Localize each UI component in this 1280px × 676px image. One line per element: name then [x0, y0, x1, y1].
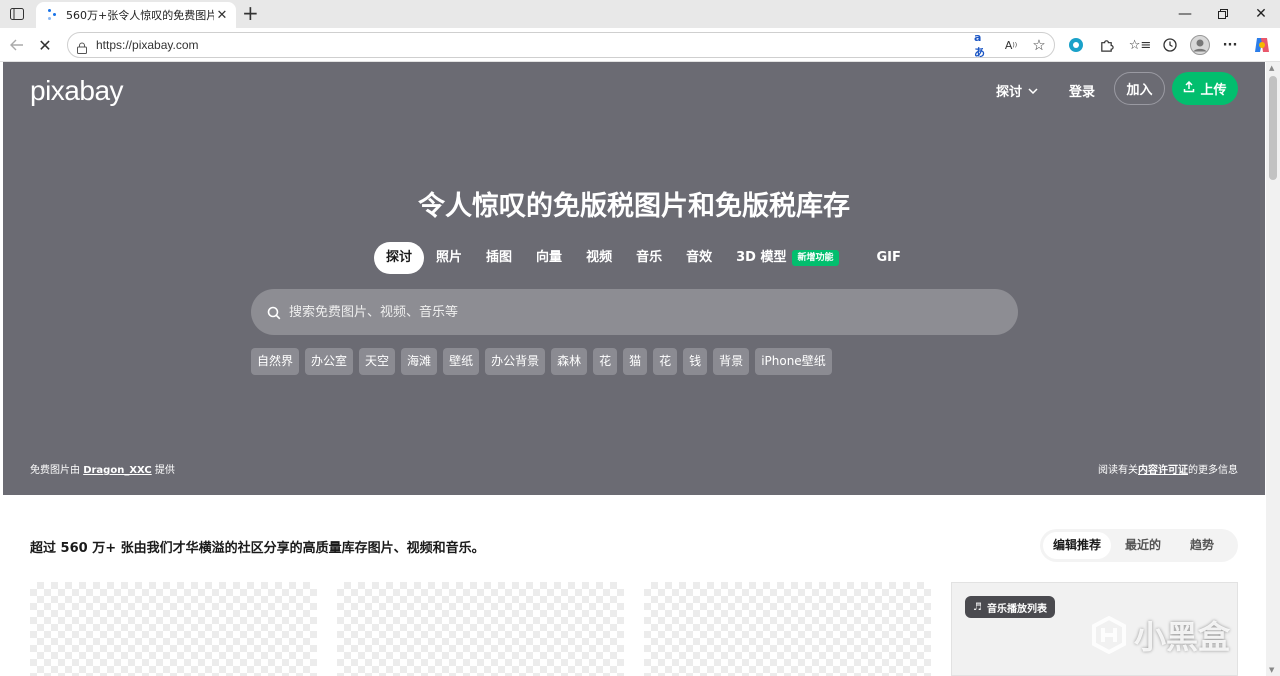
upload-icon	[1183, 80, 1195, 97]
pixabay-logo[interactable]: pixabay	[30, 75, 124, 107]
tag-chip[interactable]: 钱	[683, 348, 708, 375]
hero-title: 令人惊叹的免版税图片和免版税库存	[418, 191, 850, 222]
tab-latest[interactable]: 最近的	[1115, 532, 1171, 559]
minimize-icon[interactable]: —	[1168, 4, 1202, 24]
tag-chip[interactable]: 花	[593, 348, 618, 375]
profile-avatar-icon[interactable]	[1190, 35, 1210, 55]
more-options-icon[interactable]: ···	[1220, 35, 1240, 55]
explore-menu[interactable]: 探讨	[996, 81, 1038, 100]
image-credit: 免费图片由 Dragon_XXC 提供	[30, 465, 175, 476]
extensions-puzzle-icon[interactable]	[1096, 35, 1116, 55]
tab-photos[interactable]: 照片	[424, 242, 474, 274]
history-icon[interactable]	[1160, 35, 1180, 55]
license-link[interactable]: 内容许可证	[1138, 465, 1188, 476]
image-thumbnail[interactable]	[644, 582, 931, 676]
tab-3d-models[interactable]: 3D 模型 新增功能	[724, 242, 850, 274]
tab-vectors[interactable]: 向量	[524, 242, 574, 274]
tag-chip[interactable]: 海滩	[401, 348, 438, 375]
stop-loading-icon[interactable]: ✕	[34, 34, 56, 56]
search-input[interactable]	[289, 304, 989, 320]
loading-icon	[46, 8, 60, 22]
browser-tab-bar: 560万+张令人惊叹的免费图片, 影 ✕ + — ✕	[0, 0, 1280, 28]
scroll-up-icon[interactable]: ▲	[1269, 64, 1274, 72]
tab-gif[interactable]: GIF	[865, 242, 913, 274]
page-scrollbar[interactable]: ▲ ▼	[1266, 62, 1280, 676]
new-feature-badge: 新增功能	[792, 250, 839, 266]
tab-trending[interactable]: 趋势	[1180, 532, 1224, 559]
section-title: 超过 560 万+ 张由我们才华横溢的社区分享的高质量库存图片、视频和音乐。	[30, 541, 485, 556]
copilot-icon[interactable]	[1252, 35, 1272, 55]
tag-chip[interactable]: 猫	[623, 348, 648, 375]
url-text[interactable]: https://pixabay.com	[96, 38, 199, 52]
browser-tab[interactable]: 560万+张令人惊叹的免费图片, 影 ✕	[36, 2, 236, 28]
tag-chip[interactable]: 壁纸	[443, 348, 480, 375]
close-window-icon[interactable]: ✕	[1244, 4, 1278, 24]
hero-section: pixabay 探讨 登录 加入 上传 令人惊叹的免版税图片和免版税库存 探讨 …	[3, 62, 1265, 495]
watermark: 小黑盒	[1090, 612, 1230, 658]
music-note-icon: ♬	[973, 601, 982, 613]
tag-chip[interactable]: 花	[653, 348, 678, 375]
tag-chip[interactable]: iPhone壁纸	[755, 348, 832, 375]
tag-chip[interactable]: 办公背景	[485, 348, 546, 375]
image-thumbnail[interactable]	[30, 582, 317, 676]
tag-chip[interactable]: 背景	[713, 348, 750, 375]
scroll-down-icon[interactable]: ▼	[1269, 666, 1274, 674]
popular-tags: 自然界 办公室 天空 海滩 壁纸 办公背景 森林 花 猫 花 钱 背景 iPho…	[251, 348, 832, 375]
maximize-icon[interactable]	[1206, 4, 1240, 24]
tab-music[interactable]: 音乐	[624, 242, 674, 274]
tag-chip[interactable]: 办公室	[305, 348, 354, 375]
watermark-logo-icon	[1092, 616, 1126, 654]
credit-author-link[interactable]: Dragon_XXC	[83, 465, 152, 476]
join-button[interactable]: 加入	[1114, 72, 1165, 105]
upload-label: 上传	[1200, 83, 1227, 98]
scrollbar-thumb[interactable]	[1269, 76, 1277, 180]
upload-button[interactable]: 上传	[1172, 72, 1238, 105]
sort-tabs: 编辑推荐 最近的 趋势	[1040, 529, 1238, 562]
chevron-down-icon	[1028, 83, 1038, 98]
tab-title: 560万+张令人惊叹的免费图片, 影	[66, 9, 214, 22]
close-tab-icon[interactable]: ✕	[214, 8, 230, 23]
search-bar[interactable]	[251, 289, 1018, 335]
search-icon[interactable]	[267, 305, 281, 320]
login-link[interactable]: 登录	[1069, 81, 1095, 100]
read-aloud-icon[interactable]: A))	[1002, 36, 1020, 54]
tab-explore[interactable]: 探讨	[374, 242, 425, 274]
explore-label: 探讨	[996, 85, 1023, 100]
tab-actions-icon[interactable]	[6, 5, 28, 23]
tag-chip[interactable]: 自然界	[251, 348, 300, 375]
music-playlist-badge: ♬ 音乐播放列表	[965, 596, 1055, 618]
translate-icon[interactable]: aあ	[974, 31, 992, 59]
tag-chip[interactable]: 天空	[359, 348, 396, 375]
omnibox[interactable]: https://pixabay.com aあ A)) ☆	[67, 31, 1055, 59]
license-info: 阅读有关内容许可证的更多信息	[1098, 465, 1238, 476]
tab-editors-choice[interactable]: 编辑推荐	[1043, 532, 1112, 559]
new-tab-button[interactable]: +	[242, 3, 259, 23]
media-type-tabs: 探讨 照片 插图 向量 视频 音乐 音效 3D 模型 新增功能 GIF	[374, 242, 913, 274]
tab-sound-effects[interactable]: 音效	[674, 242, 724, 274]
tab-illustrations[interactable]: 插图	[474, 242, 524, 274]
tag-chip[interactable]: 森林	[551, 348, 588, 375]
tab-videos[interactable]: 视频	[574, 242, 624, 274]
favorites-icon[interactable]: ☆≡	[1129, 35, 1152, 55]
favorite-star-icon[interactable]: ☆	[1030, 36, 1048, 54]
address-bar-row: ✕ https://pixabay.com aあ A)) ☆ ☆≡ ···	[0, 28, 1280, 62]
lock-icon[interactable]	[76, 39, 88, 54]
back-arrow-icon[interactable]	[6, 34, 28, 56]
image-thumbnail[interactable]	[337, 582, 624, 676]
extension-icon[interactable]	[1066, 35, 1086, 55]
